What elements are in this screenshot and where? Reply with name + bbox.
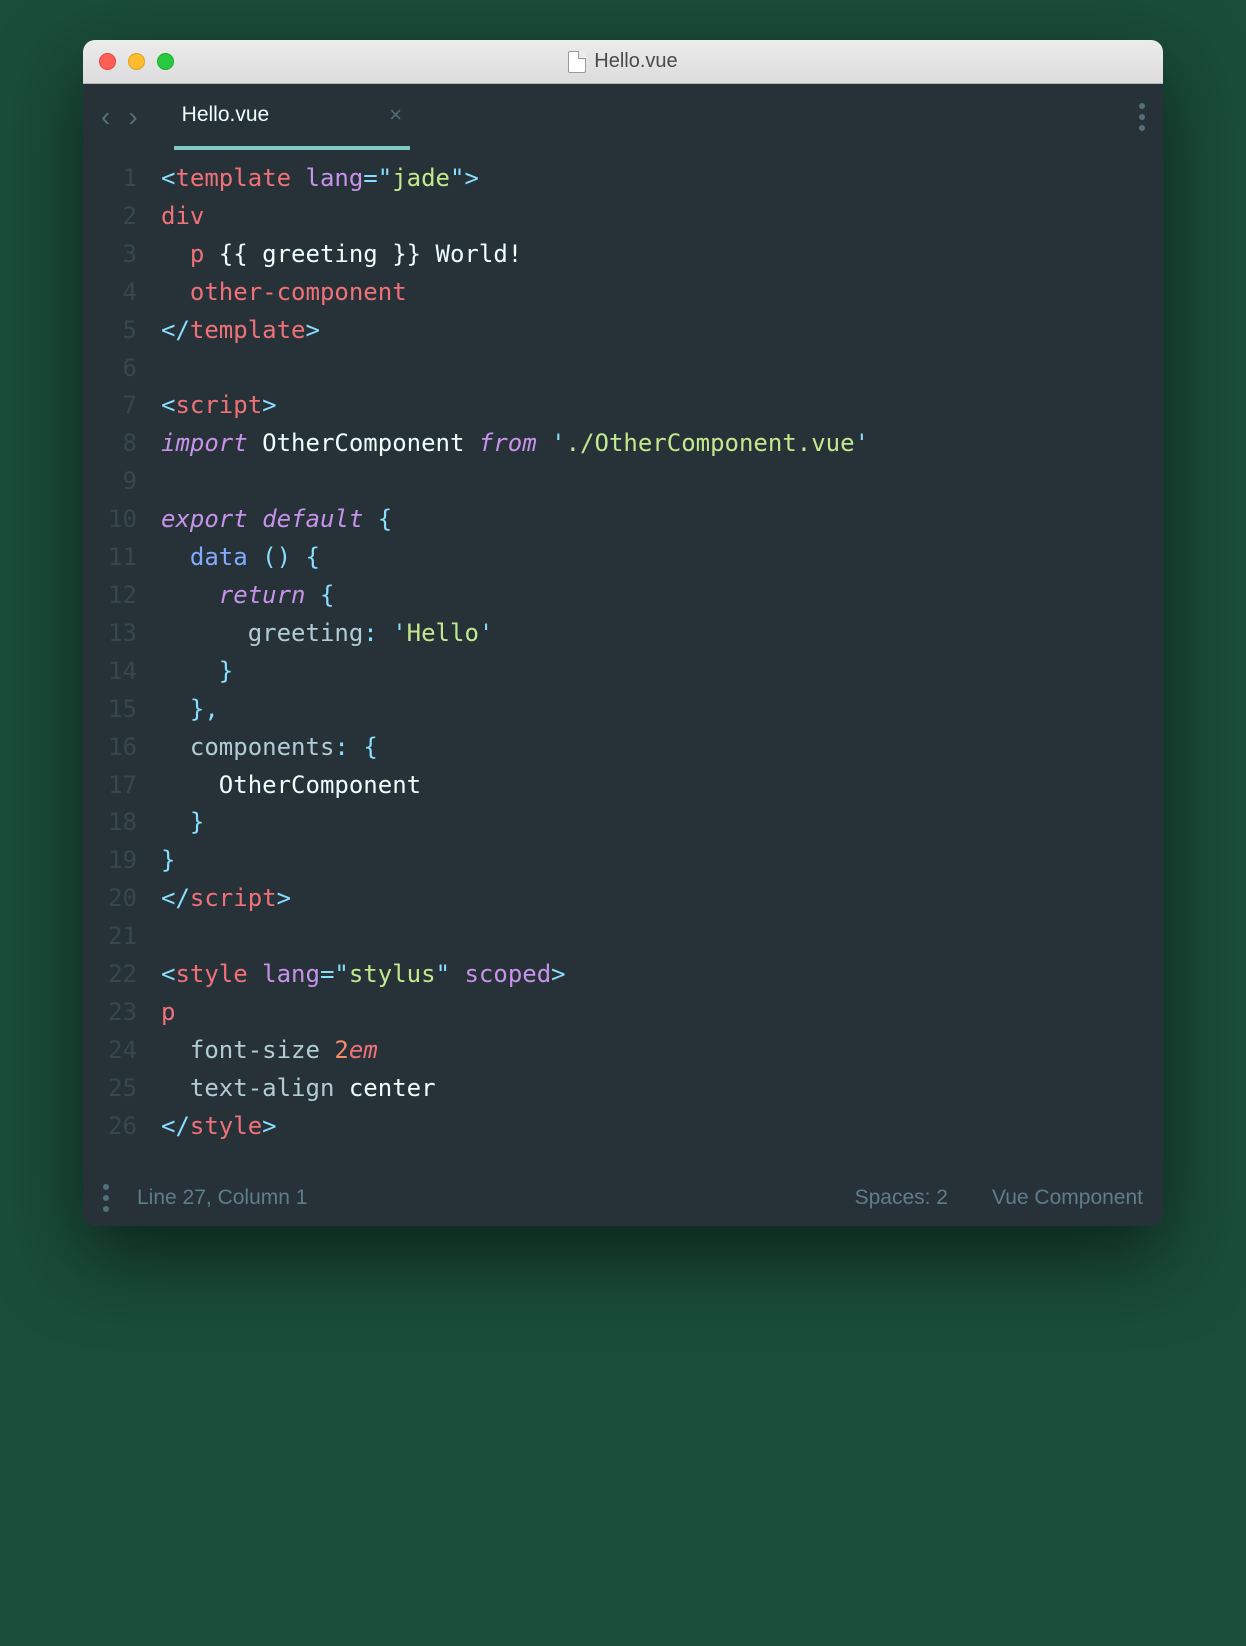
tab-close-icon[interactable]: ×	[389, 102, 402, 128]
code-line[interactable]: div	[161, 198, 1143, 236]
tab-bar: ‹ › Hello.vue ×	[83, 84, 1163, 150]
editor-area[interactable]: 1234567891011121314151617181920212223242…	[83, 150, 1163, 1170]
code-line[interactable]: <script>	[161, 387, 1143, 425]
code-line[interactable]: }	[161, 842, 1143, 880]
code-line[interactable]: <style lang="stylus" scoped>	[161, 956, 1143, 994]
line-number: 20	[83, 880, 137, 918]
indentation-setting[interactable]: Spaces: 2	[855, 1186, 948, 1210]
line-number: 13	[83, 615, 137, 653]
code-line[interactable]: data () {	[161, 539, 1143, 577]
file-icon	[568, 51, 586, 73]
traffic-lights	[99, 53, 174, 70]
code-line[interactable]: <template lang="jade">	[161, 160, 1143, 198]
line-number: 17	[83, 767, 137, 805]
nav-back-icon[interactable]: ‹	[101, 101, 110, 133]
line-number: 11	[83, 539, 137, 577]
code-line[interactable]: export default {	[161, 501, 1143, 539]
code-line[interactable]	[161, 350, 1143, 388]
code-line[interactable]	[161, 463, 1143, 501]
line-number: 22	[83, 956, 137, 994]
tab-active[interactable]: Hello.vue ×	[174, 84, 410, 150]
code-line[interactable]: text-align center	[161, 1070, 1143, 1108]
cursor-position[interactable]: Line 27, Column 1	[137, 1186, 307, 1210]
code-line[interactable]: components: {	[161, 729, 1143, 767]
code-line[interactable]: }	[161, 804, 1143, 842]
line-number: 6	[83, 350, 137, 388]
code-line[interactable]: other-component	[161, 274, 1143, 312]
line-number: 3	[83, 236, 137, 274]
code-line[interactable]	[161, 918, 1143, 956]
line-number: 4	[83, 274, 137, 312]
code-line[interactable]: OtherComponent	[161, 767, 1143, 805]
line-number: 15	[83, 691, 137, 729]
line-number: 12	[83, 577, 137, 615]
more-menu-icon[interactable]	[1139, 103, 1145, 131]
code-content[interactable]: <template lang="jade">div p {{ greeting …	[161, 160, 1163, 1146]
zoom-window-button[interactable]	[157, 53, 174, 70]
code-line[interactable]: },	[161, 691, 1143, 729]
line-number: 14	[83, 653, 137, 691]
titlebar: Hello.vue	[83, 40, 1163, 84]
syntax-mode[interactable]: Vue Component	[992, 1186, 1143, 1210]
line-number: 5	[83, 312, 137, 350]
line-number: 7	[83, 387, 137, 425]
line-number: 10	[83, 501, 137, 539]
line-number: 18	[83, 804, 137, 842]
nav-arrows: ‹ ›	[101, 101, 138, 133]
code-line[interactable]: greeting: 'Hello'	[161, 615, 1143, 653]
line-number: 16	[83, 729, 137, 767]
line-number: 8	[83, 425, 137, 463]
window-title: Hello.vue	[83, 50, 1163, 73]
code-line[interactable]: return {	[161, 577, 1143, 615]
code-line[interactable]: p	[161, 994, 1143, 1032]
code-line[interactable]: </template>	[161, 312, 1143, 350]
line-number: 21	[83, 918, 137, 956]
minimize-window-button[interactable]	[128, 53, 145, 70]
line-number: 23	[83, 994, 137, 1032]
status-menu-icon[interactable]	[103, 1184, 109, 1212]
line-number-gutter: 1234567891011121314151617181920212223242…	[83, 160, 161, 1146]
code-line[interactable]: }	[161, 653, 1143, 691]
line-number: 25	[83, 1070, 137, 1108]
nav-forward-icon[interactable]: ›	[128, 101, 137, 133]
status-bar: Line 27, Column 1 Spaces: 2 Vue Componen…	[83, 1170, 1163, 1226]
editor-window: Hello.vue ‹ › Hello.vue × 12345678910111…	[83, 40, 1163, 1226]
code-line[interactable]: </script>	[161, 880, 1143, 918]
code-line[interactable]: </style>	[161, 1108, 1143, 1146]
line-number: 2	[83, 198, 137, 236]
close-window-button[interactable]	[99, 53, 116, 70]
line-number: 19	[83, 842, 137, 880]
tab-label: Hello.vue	[182, 103, 270, 127]
code-line[interactable]: p {{ greeting }} World!	[161, 236, 1143, 274]
line-number: 26	[83, 1108, 137, 1146]
window-title-text: Hello.vue	[594, 50, 677, 73]
code-line[interactable]: font-size 2em	[161, 1032, 1143, 1070]
code-line[interactable]: import OtherComponent from './OtherCompo…	[161, 425, 1143, 463]
line-number: 24	[83, 1032, 137, 1070]
line-number: 1	[83, 160, 137, 198]
line-number: 9	[83, 463, 137, 501]
